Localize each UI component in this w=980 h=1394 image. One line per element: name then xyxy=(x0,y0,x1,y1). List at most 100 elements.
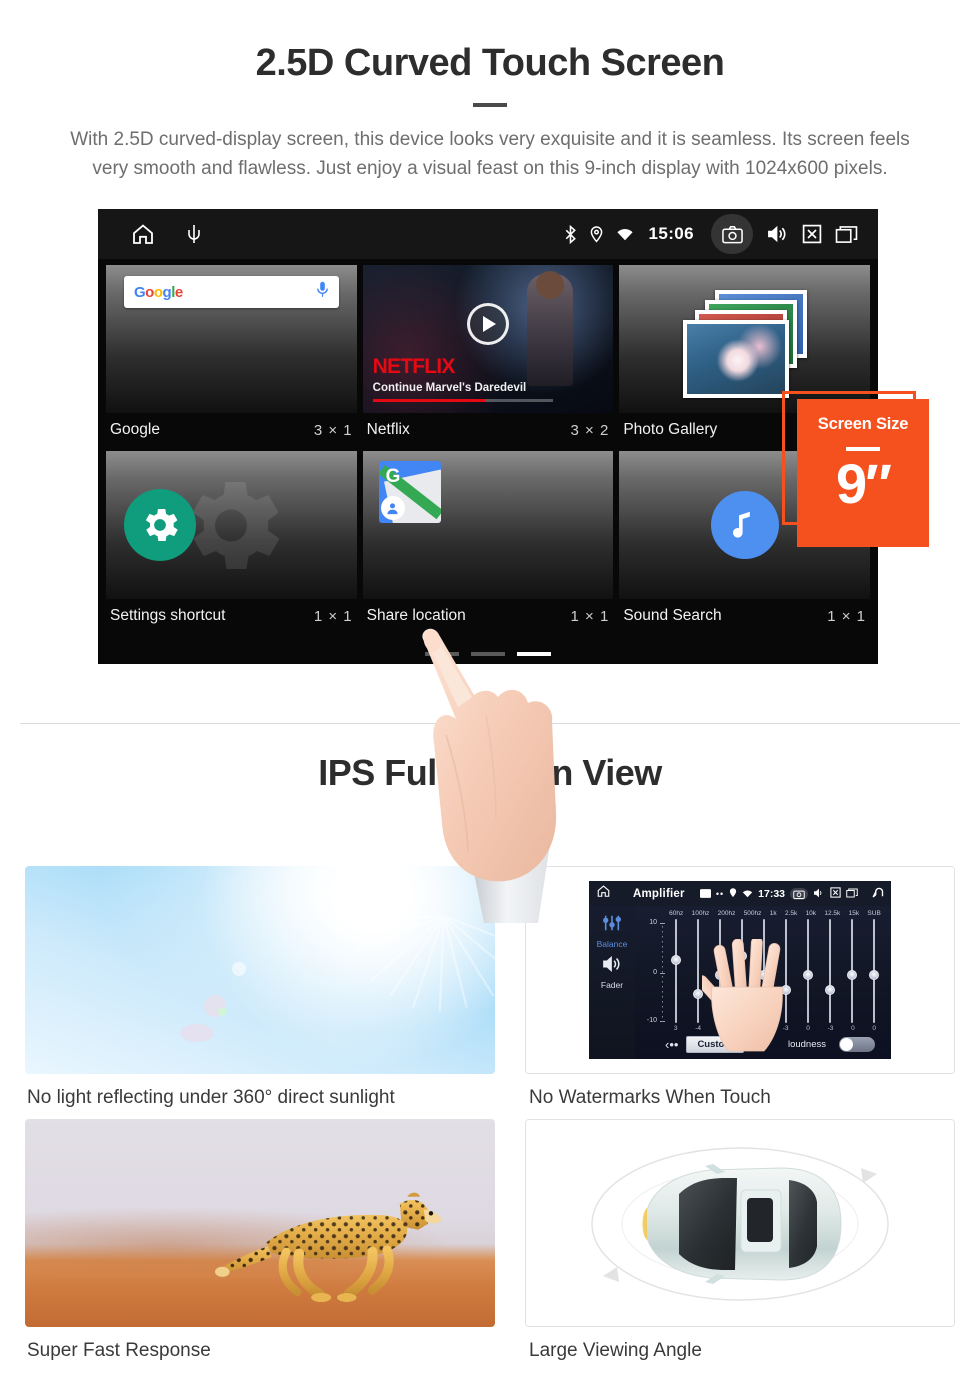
widget-size: 1 × 1 xyxy=(313,607,353,625)
page-dot[interactable] xyxy=(471,652,505,656)
band-label: 200hz xyxy=(717,910,736,917)
page-indicator[interactable] xyxy=(98,652,878,656)
page-dot[interactable] xyxy=(425,652,459,656)
volume-icon[interactable] xyxy=(766,224,789,244)
section-two-title: IPS Full Screen View xyxy=(318,752,662,793)
widget-netflix[interactable]: NETFLIX Continue Marvel's Daredevil Netf… xyxy=(362,265,614,447)
wifi-icon xyxy=(616,227,634,241)
band-label: 60hz xyxy=(669,910,684,917)
back-icon[interactable] xyxy=(869,885,884,903)
lens-flare xyxy=(180,1024,215,1043)
feature-tile-sunlight: No light reflecting under 360° direct su… xyxy=(25,866,495,1109)
eq-slider xyxy=(671,919,681,1023)
amplifier-status-bar: Amplifier •• 17:33 xyxy=(589,881,891,906)
open-hand-illustration xyxy=(702,939,783,1052)
netflix-wordmark: NETFLIX xyxy=(372,355,456,378)
google-search-box[interactable]: Google xyxy=(124,276,339,308)
car-top-view-illustration xyxy=(525,1119,955,1327)
badge-value: 9″ xyxy=(836,452,892,515)
feature-tile-viewing-angle: Large Viewing Angle xyxy=(525,1119,955,1362)
balance-icon[interactable] xyxy=(601,914,623,937)
widget-preview-share-location[interactable]: G xyxy=(362,451,614,599)
previous-preset-icon[interactable]: ‹•• xyxy=(665,1037,678,1052)
photo-thumb-front xyxy=(682,320,789,398)
volume-icon[interactable] xyxy=(813,885,825,903)
eq-slider xyxy=(847,919,857,1023)
badge-divider xyxy=(846,447,880,451)
camera-icon[interactable] xyxy=(790,887,808,900)
close-icon[interactable] xyxy=(802,224,822,244)
recents-icon[interactable] xyxy=(846,885,858,903)
maps-person-pin-icon xyxy=(380,496,405,520)
widget-size: 1 × 1 xyxy=(570,607,610,625)
band-label: 15k xyxy=(848,910,860,917)
microphone-icon[interactable] xyxy=(316,281,329,303)
sound-search-icon[interactable] xyxy=(710,491,779,559)
band-label: 500hz xyxy=(743,910,762,917)
android-status-bar: 15:06 xyxy=(98,209,878,259)
band-label: 1k xyxy=(769,910,777,917)
eq-slider xyxy=(825,919,835,1023)
widget-meta-netflix: Netflix 3 × 2 xyxy=(363,413,614,447)
amplifier-side-nav: Balance Fader xyxy=(589,906,635,1059)
equalizer-band-labels: 60hz 100hz 200hz 500hz 1k 2.5k 10k 12.5k… xyxy=(639,910,885,917)
tile-caption: No Watermarks When Touch xyxy=(529,1087,771,1108)
eq-value: 3 xyxy=(673,1025,678,1032)
netflix-progress-bar xyxy=(372,399,554,402)
netflix-artwork: NETFLIX Continue Marvel's Daredevil xyxy=(362,265,614,413)
feature-tiles: No light reflecting under 360° direct su… xyxy=(0,866,980,1362)
widget-preview-google[interactable]: Google xyxy=(106,265,357,413)
widget-size: 3 × 1 xyxy=(313,421,353,439)
usb-icon[interactable] xyxy=(186,223,202,245)
camera-icon[interactable] xyxy=(711,214,753,254)
widget-meta-settings: Settings shortcut 1 × 1 xyxy=(106,599,357,633)
gallery-icon[interactable] xyxy=(699,885,711,903)
widget-preview-netflix[interactable]: NETFLIX Continue Marvel's Daredevil xyxy=(362,265,614,413)
widget-name: Sound Search xyxy=(623,607,722,624)
widget-share-location[interactable]: G Share location 1 × 1 xyxy=(362,451,614,633)
balance-label[interactable]: Balance xyxy=(597,939,628,949)
widget-name: Share location xyxy=(366,607,466,624)
title-underline xyxy=(473,103,507,107)
eq-value: 0 xyxy=(851,1025,855,1032)
bluetooth-icon xyxy=(564,224,577,244)
band-label: SUB xyxy=(867,910,881,917)
curved-touch-screen-section: 2.5D Curved Touch Screen With 2.5D curve… xyxy=(0,0,980,923)
page-dot-active[interactable] xyxy=(517,652,551,656)
lens-flare xyxy=(231,961,246,976)
close-icon[interactable] xyxy=(830,885,841,903)
recents-icon[interactable] xyxy=(835,225,858,244)
play-icon[interactable] xyxy=(466,303,509,346)
section-two-underline xyxy=(473,812,507,816)
widget-name: Netflix xyxy=(366,421,410,438)
settings-gear-icon[interactable] xyxy=(124,489,196,561)
fader-label[interactable]: Fader xyxy=(601,980,623,990)
fader-icon[interactable] xyxy=(601,955,623,978)
cheetah-silhouette xyxy=(215,1192,443,1303)
scale-dotted-line xyxy=(662,926,663,1022)
car-rotation-diagram xyxy=(591,1146,889,1301)
device-showcase: 15:06 Google Google 3 × 1 NETFLIX Contin… xyxy=(0,193,980,923)
scale-label: 0 xyxy=(653,969,657,976)
widget-google[interactable]: Google Google 3 × 1 xyxy=(106,265,357,447)
netflix-subtitle: Continue Marvel's Daredevil xyxy=(372,382,527,394)
sun-rays xyxy=(347,914,495,1012)
home-icon[interactable] xyxy=(596,884,611,903)
eq-slider xyxy=(869,919,879,1023)
more-icon[interactable]: •• xyxy=(716,889,724,899)
band-label: 12.5k xyxy=(824,910,841,917)
loudness-toggle[interactable] xyxy=(839,1037,875,1052)
google-maps-icon[interactable]: G xyxy=(378,461,441,523)
widget-settings-shortcut[interactable]: Settings shortcut 1 × 1 xyxy=(106,451,357,633)
band-label: 100hz xyxy=(691,910,710,917)
home-icon[interactable] xyxy=(130,222,156,246)
widget-name: Photo Gallery xyxy=(623,421,718,438)
android-head-unit-screen[interactable]: 15:06 Google Google 3 × 1 NETFLIX Contin… xyxy=(98,209,878,664)
tile-caption: No light reflecting under 360° direct su… xyxy=(27,1087,395,1108)
status-bar-clock: 15:06 xyxy=(648,224,694,243)
ips-full-screen-view-section: IPS Full Screen View No light reflecting… xyxy=(0,752,980,1362)
eq-value: 0 xyxy=(872,1025,877,1032)
tile-caption: Super Fast Response xyxy=(27,1340,211,1361)
amplifier-clock: 17:33 xyxy=(758,887,785,900)
widget-preview-settings[interactable] xyxy=(106,451,357,599)
